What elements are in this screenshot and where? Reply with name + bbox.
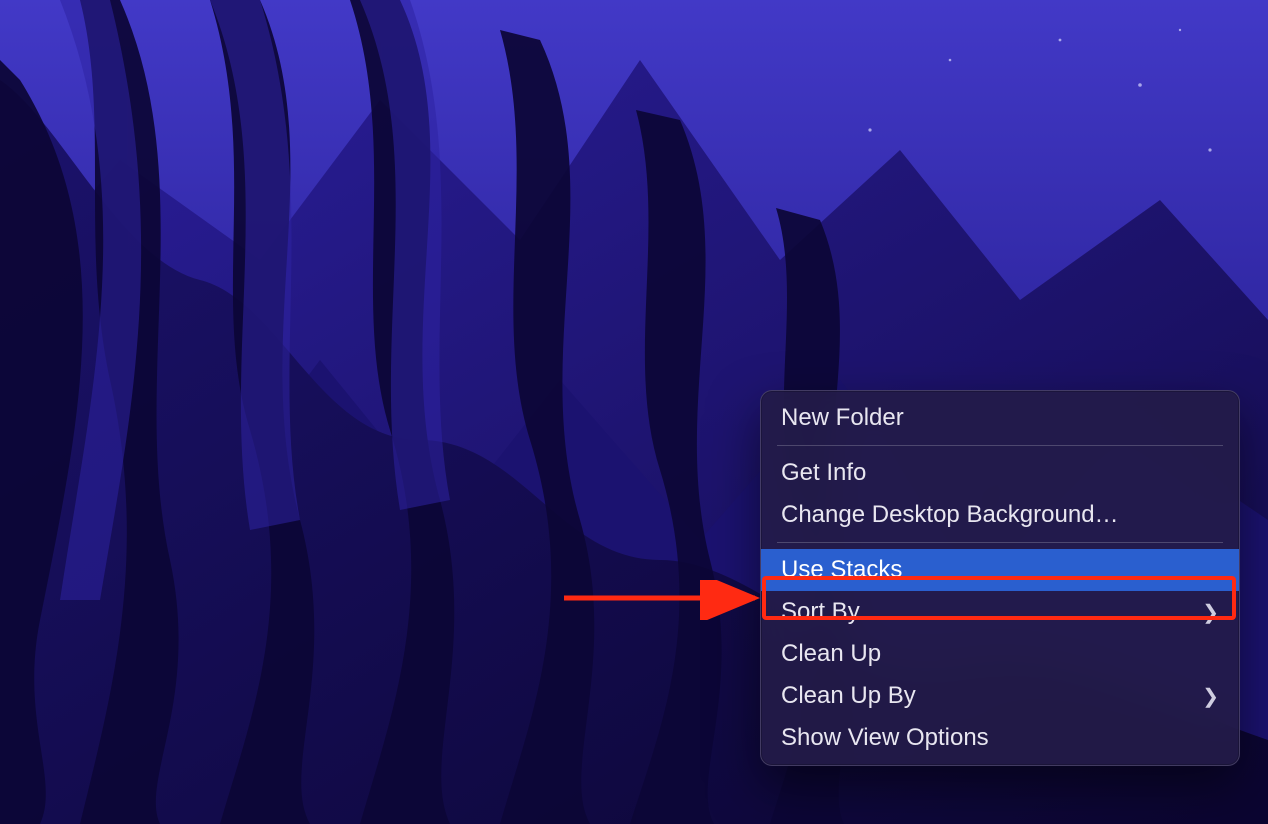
menu-item-label: Show View Options [781, 724, 989, 752]
menu-item-get-info[interactable]: Get Info [761, 452, 1239, 494]
menu-separator [777, 542, 1223, 543]
menu-item-label: Use Stacks [781, 556, 902, 584]
menu-item-label: New Folder [781, 404, 904, 432]
menu-item-label: Clean Up By [781, 682, 916, 710]
menu-item-sort-by[interactable]: Sort By ❯ [761, 591, 1239, 633]
chevron-right-icon: ❯ [1202, 684, 1219, 709]
menu-item-new-folder[interactable]: New Folder [761, 397, 1239, 439]
menu-item-label: Clean Up [781, 640, 881, 668]
menu-item-use-stacks[interactable]: Use Stacks [761, 549, 1239, 591]
menu-item-label: Sort By [781, 598, 860, 626]
menu-item-clean-up-by[interactable]: Clean Up By ❯ [761, 675, 1239, 717]
menu-item-show-view-options[interactable]: Show View Options [761, 717, 1239, 759]
chevron-right-icon: ❯ [1202, 600, 1219, 625]
menu-item-change-desktop-background[interactable]: Change Desktop Background… [761, 494, 1239, 536]
menu-item-clean-up[interactable]: Clean Up [761, 633, 1239, 675]
menu-item-label: Change Desktop Background… [781, 501, 1119, 529]
menu-item-label: Get Info [781, 459, 866, 487]
desktop-context-menu[interactable]: New Folder Get Info Change Desktop Backg… [760, 390, 1240, 766]
menu-separator [777, 445, 1223, 446]
